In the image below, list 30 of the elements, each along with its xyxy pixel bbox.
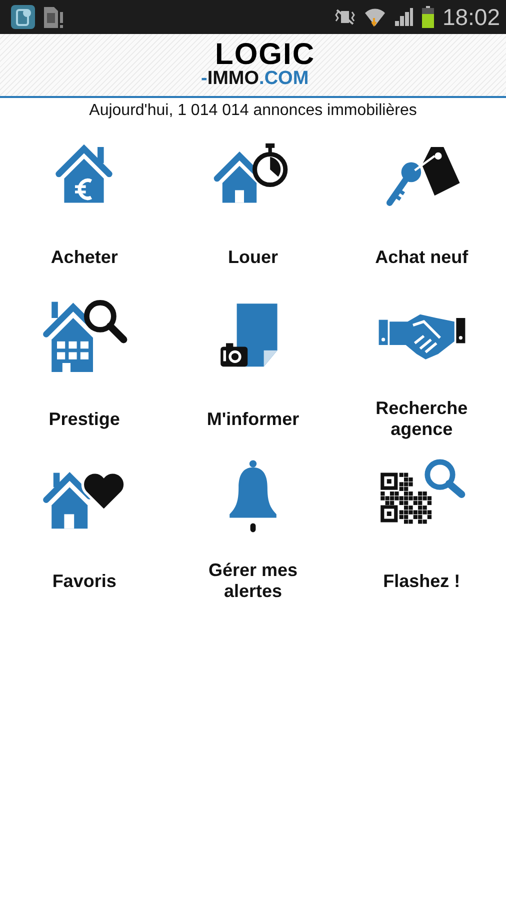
tile-label: Achat neuf	[375, 246, 468, 268]
battery-icon	[422, 6, 434, 28]
menu-tile[interactable]: Flashez !	[337, 450, 506, 612]
menu-tile[interactable]: Favoris	[0, 450, 169, 612]
menu-tile[interactable]: Acheter	[0, 126, 169, 288]
menu-tile[interactable]: Achat neuf	[337, 126, 506, 288]
tile-label: Louer	[228, 246, 278, 268]
clock-time: 18:02	[442, 4, 500, 30]
tile-label: Gérer mes alertes	[207, 560, 299, 602]
logo-immo: IMMO	[207, 69, 260, 89]
tile-label: Prestige	[48, 408, 120, 430]
menu-tile[interactable]: Gérer mes alertes	[168, 450, 338, 612]
tile-label: Recherche agence	[374, 398, 469, 440]
menu-tile[interactable]: Louer	[168, 126, 338, 288]
listings-count-text: Aujourd'hui, 1 014 014 annonces immobilières	[88, 101, 418, 121]
logo-dash: -	[201, 69, 208, 89]
menu-tile[interactable]: Prestige	[0, 288, 169, 450]
tile-label: M'informer	[206, 408, 300, 430]
tile-label: Favoris	[52, 570, 116, 592]
menu-tile[interactable]: Recherche agence	[337, 288, 506, 450]
tile-label: Acheter	[50, 246, 118, 268]
menu-tile[interactable]: M'informer	[168, 288, 338, 450]
logo-domain: .COM	[259, 69, 309, 89]
wifi-icon	[364, 6, 386, 28]
signal-icon	[394, 7, 414, 27]
logo-word: LOGIC	[215, 41, 315, 69]
app-notification-icon	[10, 4, 36, 30]
vibrate-icon	[334, 8, 356, 26]
sim-card-alert-icon	[42, 4, 64, 30]
tile-label: Flashez !	[383, 570, 460, 592]
